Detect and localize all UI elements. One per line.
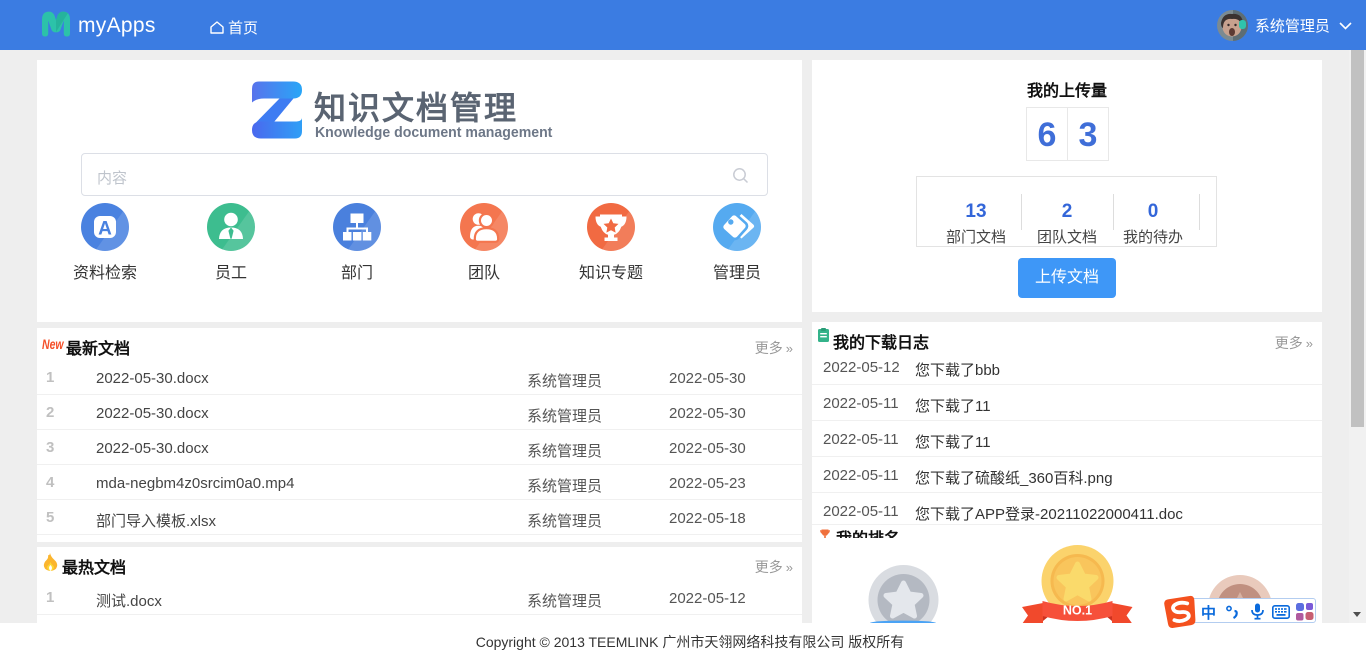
- svg-text:NO.1: NO.1: [1063, 604, 1092, 618]
- svg-text:A: A: [98, 219, 112, 240]
